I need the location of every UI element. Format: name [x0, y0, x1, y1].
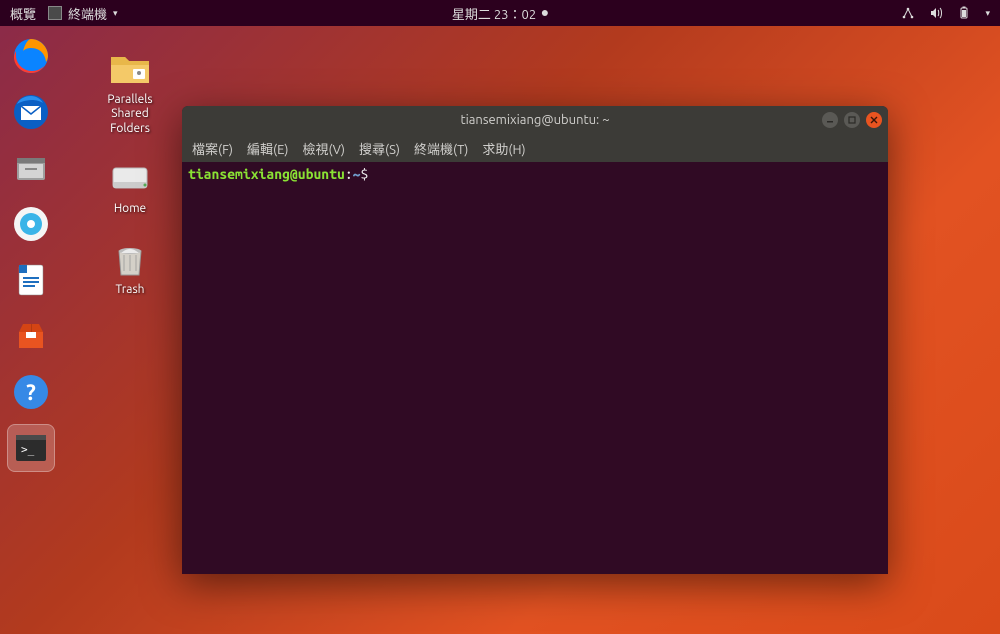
- menu-edit[interactable]: 編輯(E): [247, 139, 288, 158]
- chevron-down-icon: ▾: [985, 8, 990, 19]
- launcher-terminal[interactable]: >_: [7, 424, 55, 472]
- activities-label: 概覽: [10, 4, 36, 23]
- menu-view[interactable]: 檢視(V): [303, 139, 345, 158]
- trash-icon: [107, 235, 153, 281]
- menu-file[interactable]: 檔案(F): [192, 139, 233, 158]
- terminal-window: tiansemixiang@ubuntu: ~ 檔案(F) 編輯(E) 檢視(V…: [182, 106, 888, 574]
- panel-left: 概覽 終端機 ▾: [10, 4, 118, 23]
- terminal-icon: [48, 6, 62, 20]
- prompt-colon: :: [345, 166, 353, 182]
- drive-icon: [107, 154, 153, 200]
- menu-terminal[interactable]: 終端機(T): [414, 139, 468, 158]
- desktop-icon-parallels[interactable]: Parallels Shared Folders: [90, 45, 170, 136]
- system-tray[interactable]: ▾: [901, 6, 990, 20]
- activities-button[interactable]: 概覽: [10, 4, 36, 23]
- terminal-body[interactable]: tiansemixiang@ubuntu:~$: [182, 162, 888, 574]
- prompt-userhost: tiansemixiang@ubuntu: [188, 166, 345, 182]
- launcher-rhythmbox[interactable]: [7, 200, 55, 248]
- desktop-icons: Parallels Shared Folders Home Trash: [90, 45, 170, 297]
- minimize-button[interactable]: [822, 112, 838, 128]
- launcher-thunderbird[interactable]: [7, 88, 55, 136]
- desktop-icon-label: Home: [114, 202, 146, 216]
- clock-label: 星期二 23：02: [452, 4, 536, 23]
- top-panel: 概覽 終端機 ▾ 星期二 23：02 ▾: [0, 0, 1000, 26]
- folder-icon: [107, 45, 153, 91]
- desktop-icon-label: Trash: [115, 283, 144, 297]
- prompt-path: ~: [353, 166, 361, 182]
- window-titlebar[interactable]: tiansemixiang@ubuntu: ~: [182, 106, 888, 134]
- svg-text:>_: >_: [21, 443, 35, 456]
- launcher-writer[interactable]: [7, 256, 55, 304]
- battery-icon[interactable]: [957, 6, 971, 20]
- network-icon[interactable]: [901, 6, 915, 20]
- app-menu[interactable]: 終端機 ▾: [48, 4, 118, 23]
- launcher-dock: ? >_: [0, 26, 62, 634]
- terminal-menubar: 檔案(F) 編輯(E) 檢視(V) 搜尋(S) 終端機(T) 求助(H): [182, 134, 888, 162]
- chevron-down-icon: ▾: [113, 8, 118, 19]
- svg-text:?: ?: [26, 380, 36, 405]
- launcher-software[interactable]: [7, 312, 55, 360]
- prompt-symbol: $: [361, 166, 369, 182]
- launcher-firefox[interactable]: [7, 32, 55, 80]
- launcher-help[interactable]: ?: [7, 368, 55, 416]
- window-title: tiansemixiang@ubuntu: ~: [460, 113, 609, 127]
- window-controls: [822, 112, 882, 128]
- desktop-icon-trash[interactable]: Trash: [90, 235, 170, 297]
- app-menu-label: 終端機: [68, 4, 107, 23]
- menu-search[interactable]: 搜尋(S): [359, 139, 400, 158]
- desktop-icon-label: Parallels Shared Folders: [107, 93, 152, 136]
- menu-help[interactable]: 求助(H): [482, 139, 525, 158]
- clock-area[interactable]: 星期二 23：02: [452, 4, 548, 23]
- maximize-button[interactable]: [844, 112, 860, 128]
- close-button[interactable]: [866, 112, 882, 128]
- volume-icon[interactable]: [929, 6, 943, 20]
- notification-dot-icon: [542, 10, 548, 16]
- launcher-files[interactable]: [7, 144, 55, 192]
- desktop-icon-home[interactable]: Home: [90, 154, 170, 216]
